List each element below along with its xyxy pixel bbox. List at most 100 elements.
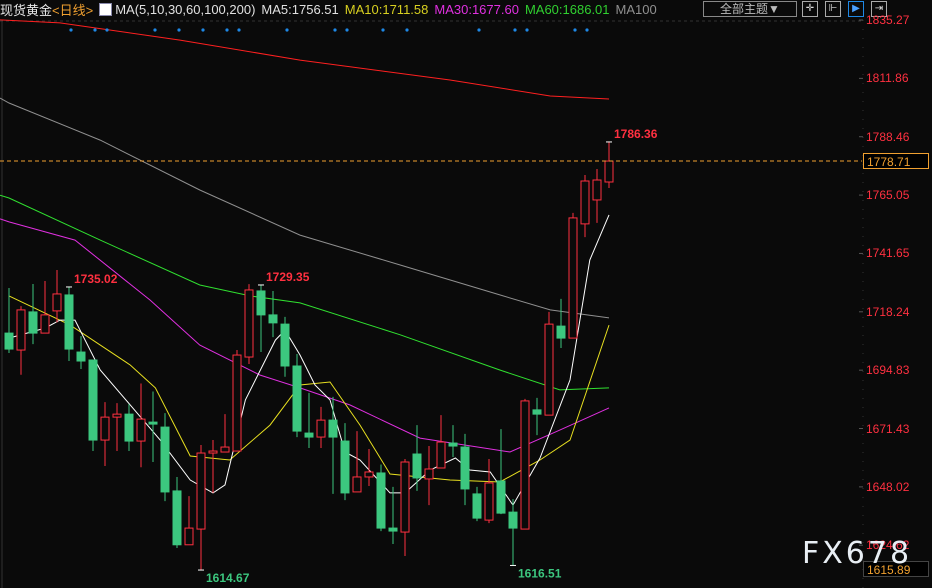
candle-body (196, 452, 206, 530)
event-marker (285, 28, 289, 32)
candle-body (64, 294, 74, 350)
candle-body (100, 416, 110, 441)
event-marker (477, 28, 481, 32)
candle-body (400, 461, 410, 533)
candle-body (76, 351, 86, 362)
ma-params[interactable]: MA(5,10,30,60,100,200) (115, 2, 255, 17)
candle-body (280, 323, 290, 367)
candle-body (304, 432, 314, 438)
candle-body (292, 365, 302, 432)
candle-body (460, 446, 470, 490)
y-tick-label: 1765.05 (866, 188, 910, 203)
candle-body (544, 323, 554, 416)
ma-indicator-icon[interactable] (99, 3, 113, 16)
fit-range-icon[interactable]: ⊩ (825, 1, 841, 17)
low-price-label: 1616.51 (518, 566, 562, 580)
candle-body (424, 468, 434, 480)
candle-body (256, 290, 266, 316)
ma30-value: MA30:1677.60 (434, 2, 519, 17)
event-marker (345, 28, 349, 32)
candle-body (16, 309, 26, 351)
event-marker (225, 28, 229, 32)
y-tick-label: 1671.43 (866, 421, 910, 436)
candle-body (568, 217, 578, 339)
high-price-label: 1729.35 (266, 270, 310, 284)
candle-body (52, 293, 62, 312)
ma-line-ma10 (8, 295, 610, 483)
candle-body (496, 480, 506, 514)
y-tick-label: 1718.24 (866, 304, 910, 319)
event-marker (405, 28, 409, 32)
ma10-value: MA10:1711.58 (344, 2, 429, 17)
event-marker (69, 28, 73, 32)
play-icon[interactable]: ▶ (848, 1, 864, 17)
symbol-name: 现货黄金 (0, 3, 53, 18)
candle-body (448, 442, 458, 447)
event-marker (333, 28, 337, 32)
candle-body (340, 440, 350, 494)
event-marker (513, 28, 517, 32)
candle-body (232, 354, 242, 452)
event-marker (201, 28, 205, 32)
current-price-label: 1778.71 (863, 153, 929, 170)
candle-body (376, 472, 386, 529)
event-marker (177, 28, 181, 32)
y-tick-label: 1835.27 (866, 13, 910, 27)
event-marker (585, 28, 589, 32)
candle-body (28, 311, 38, 334)
event-marker (237, 28, 241, 32)
high-price-label: 1735.02 (74, 272, 118, 286)
event-marker (105, 28, 109, 32)
price-axis: 1835.27 1811.86 1788.46 1765.05 1741.65 1718.… (864, 0, 932, 588)
candle-body (160, 426, 170, 493)
candle-body (136, 418, 146, 442)
candle-body (520, 400, 530, 530)
ma5-value: MA5:1756.51 (261, 2, 339, 17)
ma100-value: MA100 (615, 2, 657, 17)
candle-body (316, 419, 326, 438)
y-tick-label: 1741.65 (866, 246, 910, 261)
theme-dropdown[interactable]: 全部主题▼ (703, 1, 797, 17)
candle-body (220, 446, 230, 453)
high-price-label: 1786.36 (614, 127, 658, 141)
candle-body (208, 450, 218, 454)
candle-body (532, 409, 542, 415)
candle-body (172, 490, 182, 546)
period-selector[interactable]: <日线> (52, 0, 93, 19)
ma60-value: MA60:1686.01 (524, 2, 610, 17)
candle-body (40, 314, 50, 334)
candle-body (508, 511, 518, 529)
event-marker (381, 28, 385, 32)
y-tick-label: 1811.86 (866, 71, 909, 86)
event-marker (93, 28, 97, 32)
candle-body (148, 421, 158, 425)
y-tick-label: 1694.83 (866, 363, 910, 378)
candle-body (472, 493, 482, 519)
candle-body (124, 413, 134, 442)
watermark-logo: FX678 (802, 536, 913, 571)
candle-body (112, 413, 122, 418)
candle-body (556, 325, 566, 339)
candle-body (184, 527, 194, 546)
candle-body (364, 471, 374, 478)
crosshair-icon[interactable]: ✛ (802, 1, 818, 17)
candle-body (268, 314, 278, 324)
candle-body (484, 482, 494, 521)
candle-body (88, 359, 98, 441)
event-marker (525, 28, 529, 32)
event-marker (153, 28, 157, 32)
candlestick-chart[interactable]: 1735.02 1729.35 1786.36 1614.67 1616.51 (0, 0, 864, 588)
candle-body (604, 160, 614, 183)
candle-body (352, 476, 362, 493)
candle-body (412, 453, 422, 479)
candle-body (388, 527, 398, 532)
candle-body (592, 179, 602, 201)
candle-body (244, 289, 254, 358)
candle-body (4, 332, 14, 350)
ma-line-ma5 (8, 214, 610, 507)
candle-body (580, 180, 590, 225)
candle-body (328, 419, 338, 438)
low-price-label: 1614.67 (206, 571, 250, 585)
event-marker (573, 28, 577, 32)
ma-line-ma200 (0, 19, 610, 100)
